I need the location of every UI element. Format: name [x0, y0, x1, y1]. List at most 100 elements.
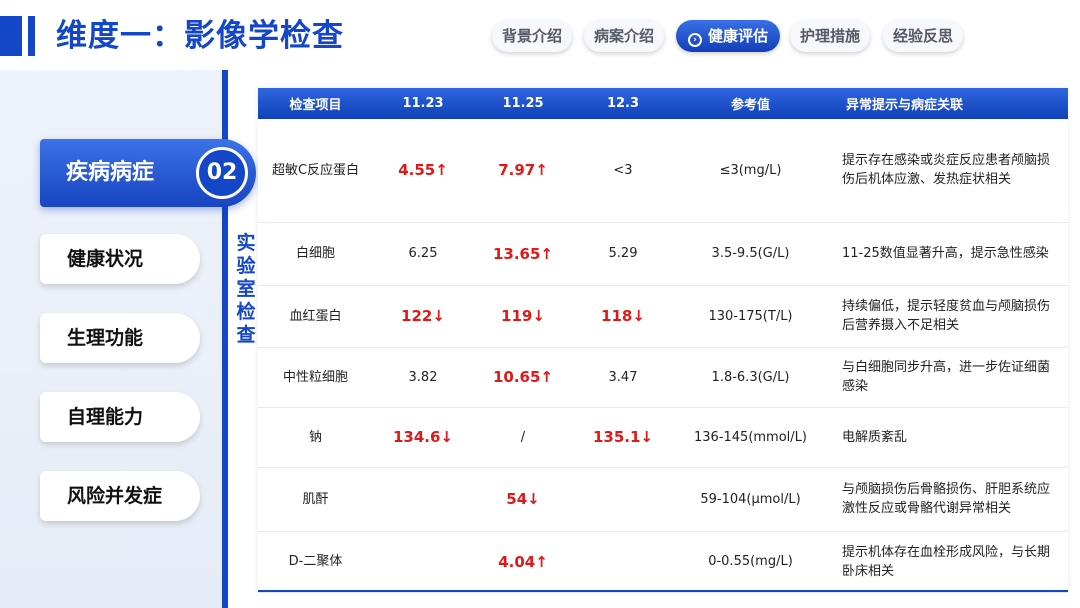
table-bottom-border: [258, 590, 1068, 592]
cell-text: <3: [613, 162, 633, 178]
cell-text: 0-0.55(mg/L): [708, 554, 793, 569]
column-header: 11.23: [373, 88, 473, 119]
abnormal-value: 13.65↑: [492, 244, 553, 263]
table-row: 白细胞 6.25 13.65↑ 5.29 3.5-9.5(G/L) 11-25数值显著升高…: [258, 222, 1068, 286]
cell-text: 持续偏低，提示轻度贫血与颅脑损伤后营养摄入不足相关: [842, 299, 1051, 333]
abnormal-value: 7.97↑: [498, 161, 548, 180]
cell-text: 提示机体存在血栓形成风险，与长期卧床相关: [842, 544, 1051, 579]
value-cell-1125: 119↓: [473, 285, 573, 348]
sidebar-item-label: 疾病病症: [66, 160, 155, 185]
value-cell-123: [573, 467, 673, 532]
header-accent-bar: [0, 16, 22, 56]
abnormal-value: 119↓: [501, 307, 545, 325]
cell-text: 与颅脑损伤后骨骼损伤、肝胆系统应激性反应或骨骼代谢异常相关: [842, 482, 1051, 516]
value-cell-1123: 6.25: [373, 222, 473, 286]
reference-cell: 0-0.55(mg/L): [673, 531, 828, 593]
table-row: 肌酐 54↓ 59-104(μmol/L) 与颅脑损伤后骨骼损伤、肝胆系统应激性反应或…: [258, 467, 1068, 532]
note-cell: 电解质紊乱: [828, 407, 1068, 468]
test-name-cell: 血红蛋白: [258, 285, 373, 348]
nav-tab-background[interactable]: 背景介绍: [492, 20, 572, 52]
value-cell-1123: 134.6↓: [373, 407, 473, 468]
chevron-right-icon: ›: [687, 33, 702, 47]
nav-tab-case[interactable]: 病案介绍: [584, 20, 664, 52]
table-row: 中性粒细胞 3.82 10.65↑ 3.47 1.8-6.3(G/L) 与白细胞同步升高，…: [258, 347, 1068, 408]
cell-text: 1.8-6.3(G/L): [711, 369, 790, 385]
reference-cell: 130-175(T/L): [673, 285, 828, 348]
nav-tab-label: 背景介绍: [501, 27, 562, 45]
sidebar-item-self-care[interactable]: 自理能力: [40, 392, 200, 442]
note-cell: 持续偏低，提示轻度贫血与颅脑损伤后营养摄入不足相关: [828, 285, 1068, 348]
cell-text: 超敏C反应蛋白: [271, 162, 360, 178]
nav-tab-nursing[interactable]: 护理措施: [790, 20, 870, 52]
value-cell-1125: 4.04↑: [473, 531, 573, 593]
cell-text: D-二聚体: [288, 554, 343, 569]
nav-tab-label: 健康评估: [707, 27, 768, 45]
abnormal-value: 134.6↓: [392, 428, 453, 446]
nav-tab-health-assessment[interactable]: › 健康评估: [676, 20, 780, 52]
column-header: 参考值: [673, 88, 828, 119]
nav-tab-label: 病案介绍: [593, 27, 654, 45]
cell-text: 6.25: [408, 246, 438, 261]
abnormal-value: 135.1↓: [592, 428, 653, 446]
reference-cell: 59-104(μmol/L): [673, 467, 828, 532]
value-cell-1123: 3.82: [373, 347, 473, 408]
column-header: 11.25: [473, 88, 573, 119]
sidebar-item-physiology[interactable]: 生理功能: [40, 313, 200, 363]
section-number-badge: 02: [196, 147, 248, 199]
value-cell-1125: 54↓: [473, 467, 573, 532]
nav-tab-label: 经验反思: [892, 27, 953, 45]
cell-text: 与白细胞同步升高，进一步佐证细菌感染: [842, 360, 1051, 394]
value-cell-1123: [373, 531, 473, 593]
abnormal-value: 118↓: [601, 307, 645, 325]
value-cell-123: 5.29: [573, 222, 673, 286]
abnormal-value: 122↓: [401, 307, 445, 325]
section-title-char: 验: [236, 255, 256, 277]
value-cell-1125: 7.97↑: [473, 119, 573, 223]
sidebar-item-label: 自理能力: [67, 406, 144, 428]
value-cell-123: 118↓: [573, 285, 673, 348]
reference-cell: 136-145(mmol/L): [673, 407, 828, 468]
sidebar-item-risk[interactable]: 风险并发症: [40, 471, 200, 521]
cell-text: 3.5-9.5(G/L): [711, 246, 790, 261]
cell-text: 5.29: [608, 246, 638, 261]
cell-text: 钠: [308, 429, 322, 445]
cell-text: 11-25数值显著升高，提示急性感染: [842, 246, 1049, 261]
note-cell: 11-25数值显著升高，提示急性感染: [828, 222, 1068, 286]
cell-text: 白细胞: [295, 246, 335, 261]
section-vertical-title: 实 验 室 检 查: [234, 232, 258, 347]
cell-text: 136-145(mmol/L): [694, 429, 807, 445]
lab-results-table: 检查项目 11.23 11.25 12.3 参考值 异常提示与病症关联 超敏C反…: [258, 88, 1068, 593]
value-cell-123: [573, 531, 673, 593]
value-cell-1123: 122↓: [373, 285, 473, 348]
test-name-cell: 中性粒细胞: [258, 347, 373, 408]
value-cell-1123: [373, 467, 473, 532]
cell-text: 中性粒细胞: [282, 369, 348, 385]
table-row: 超敏C反应蛋白 4.55↑ 7.97↑ <3 ≤3(mg/L) 提示存在感染或炎症反应患者…: [258, 119, 1068, 223]
sidebar-item-label: 生理功能: [67, 327, 144, 349]
column-header: 检查项目: [258, 88, 373, 119]
reference-cell: 1.8-6.3(G/L): [673, 347, 828, 408]
cell-text: 3.82: [408, 369, 438, 385]
cell-text: /: [520, 429, 526, 445]
value-cell-1125: /: [473, 407, 573, 468]
cell-text: 59-104(μmol/L): [700, 491, 801, 507]
sidebar-item-disease[interactable]: 疾病病症 02: [40, 139, 256, 207]
note-cell: 提示机体存在血栓形成风险，与长期卧床相关: [828, 531, 1068, 593]
sidebar-item-health-status[interactable]: 健康状况: [40, 234, 200, 284]
column-header: 12.3: [573, 88, 673, 119]
value-cell-123: <3: [573, 119, 673, 223]
cell-text: 3.47: [608, 369, 638, 385]
cell-text: 血红蛋白: [289, 308, 342, 324]
cell-text: 130-175(T/L): [708, 308, 793, 324]
value-cell-1125: 13.65↑: [473, 222, 573, 286]
sidebar-item-label: 健康状况: [67, 248, 144, 270]
cell-text: ≤3(mg/L): [719, 162, 782, 178]
table-header-row: 检查项目 11.23 11.25 12.3 参考值 异常提示与病症关联: [258, 88, 1068, 119]
note-cell: 提示存在感染或炎症反应患者颅脑损伤后机体应激、发热症状相关: [828, 119, 1068, 223]
header-accent-bar-thin: [28, 16, 35, 56]
reference-cell: ≤3(mg/L): [673, 119, 828, 223]
nav-tab-reflection[interactable]: 经验反思: [883, 20, 963, 52]
cell-text: 提示存在感染或炎症反应患者颅脑损伤后机体应激、发热症状相关: [842, 153, 1051, 188]
section-title-char: 实: [236, 232, 256, 254]
note-cell: 与颅脑损伤后骨骼损伤、肝胆系统应激性反应或骨骼代谢异常相关: [828, 467, 1068, 532]
